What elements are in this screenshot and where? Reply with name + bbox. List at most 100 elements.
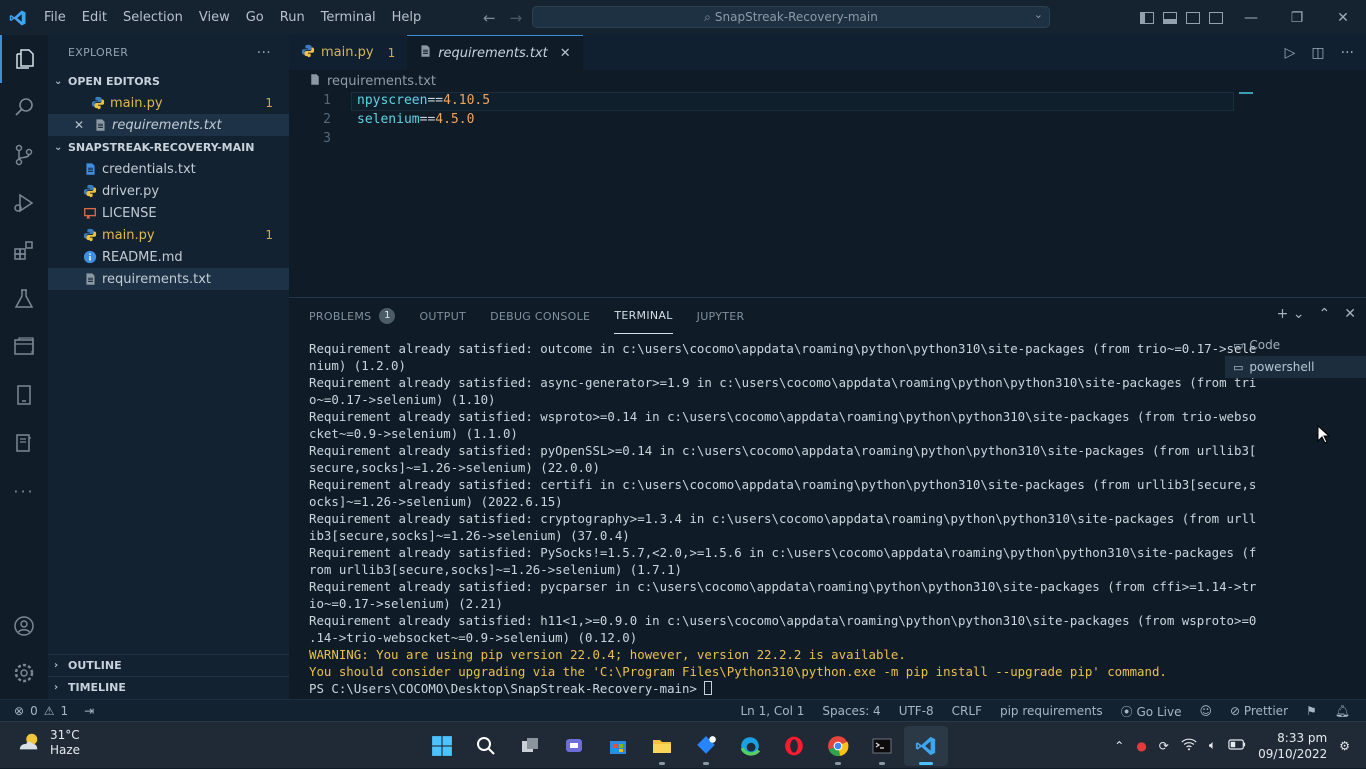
settings-gear-icon[interactable] xyxy=(0,649,48,697)
device-icon[interactable] xyxy=(0,371,48,419)
remote-explorer-icon[interactable] xyxy=(0,323,48,371)
back-arrow-icon[interactable]: ← xyxy=(483,9,496,27)
opera-browser-icon[interactable] xyxy=(772,726,816,766)
error-count[interactable]: 0 xyxy=(30,704,38,718)
testing-flask-icon[interactable] xyxy=(0,275,48,323)
notifications-bell-icon[interactable]: 🔔︎ xyxy=(1335,704,1350,718)
tab-output[interactable]: OUTPUT xyxy=(419,298,466,334)
sync-icon[interactable]: ⟳ xyxy=(1159,739,1169,753)
encoding[interactable]: UTF-8 xyxy=(899,704,934,718)
search-icon[interactable] xyxy=(464,726,508,766)
volume-icon[interactable]: 🔈︎ xyxy=(1209,738,1216,753)
explorer-icon[interactable] xyxy=(0,35,48,83)
tab-debug-console[interactable]: DEBUG CONSOLE xyxy=(490,298,590,334)
warning-count[interactable]: 1 xyxy=(60,704,68,718)
terminal-item-powershell[interactable]: ▭ powershell xyxy=(1225,356,1366,378)
timeline-section[interactable]: › TIMELINE xyxy=(48,676,289,698)
tab-main-py[interactable]: main.py 1 xyxy=(289,35,407,70)
language-mode[interactable]: pip requirements xyxy=(1000,704,1103,718)
chevron-up-icon[interactable]: ⌃ xyxy=(1114,739,1124,753)
jira-app-icon[interactable] xyxy=(684,726,728,766)
toggle-secondary-sidebar-icon[interactable] xyxy=(1186,11,1200,24)
search-icon[interactable] xyxy=(0,83,48,131)
menu-selection[interactable]: Selection xyxy=(115,0,191,35)
restore-button[interactable]: ❐ xyxy=(1274,0,1320,35)
more-actions-icon[interactable]: ··· xyxy=(257,45,271,61)
source-control-icon[interactable] xyxy=(0,131,48,179)
indentation[interactable]: Spaces: 4 xyxy=(822,704,880,718)
file-item[interactable]: LICENSE xyxy=(48,202,289,224)
chrome-browser-icon[interactable] xyxy=(816,726,860,766)
close-tab-icon[interactable]: ✕ xyxy=(560,46,571,61)
notification-center-icon[interactable]: ⚙ xyxy=(1339,739,1350,753)
file-item[interactable]: requirements.txt xyxy=(48,268,289,290)
tab-problems[interactable]: PROBLEMS 1 xyxy=(309,298,396,334)
maximize-panel-icon[interactable]: ⌃ xyxy=(1319,306,1331,322)
terminal-item-code[interactable]: ▭ Code xyxy=(1225,334,1366,356)
go-live-button[interactable]: ⦿ Go Live xyxy=(1121,703,1182,720)
copilot-icon[interactable]: ☺ xyxy=(1199,704,1212,718)
terminal-app-icon[interactable] xyxy=(860,726,904,766)
menu-help[interactable]: Help xyxy=(384,0,430,35)
file-item[interactable]: credentials.txt xyxy=(48,158,289,180)
clock[interactable]: 8:33 pm 09/10/2022 xyxy=(1258,730,1327,762)
open-editors-section[interactable]: ⌄ OPEN EDITORS xyxy=(48,70,289,92)
recording-dot-icon[interactable]: ● xyxy=(1136,739,1146,753)
run-debug-icon[interactable] xyxy=(0,179,48,227)
account-icon[interactable] xyxy=(0,602,48,650)
close-icon[interactable]: ✕ xyxy=(74,118,90,132)
ports-icon[interactable]: ⇥ xyxy=(84,704,94,718)
menu-view[interactable]: View xyxy=(191,0,238,35)
breadcrumb[interactable]: requirements.txt xyxy=(289,70,1366,92)
vscode-app-icon[interactable] xyxy=(904,725,948,766)
microsoft-store-icon[interactable] xyxy=(596,726,640,766)
weather-widget[interactable]: 31°C Haze xyxy=(16,728,80,758)
run-icon[interactable]: ▷ xyxy=(1285,45,1296,61)
teams-chat-icon[interactable] xyxy=(552,726,596,766)
menu-run[interactable]: Run xyxy=(272,0,313,35)
tab-jupyter[interactable]: JUPYTER xyxy=(697,298,745,334)
battery-icon[interactable] xyxy=(1228,738,1246,753)
outline-section[interactable]: › OUTLINE xyxy=(48,654,289,676)
menu-file[interactable]: File xyxy=(36,0,74,35)
toggle-panel-icon[interactable] xyxy=(1163,11,1177,24)
folder-section[interactable]: ⌄ SNAPSTREAK-RECOVERY-MAIN xyxy=(48,136,289,158)
extensions-icon[interactable] xyxy=(0,227,48,275)
forward-arrow-icon[interactable]: → xyxy=(510,9,523,27)
terminal-output[interactable]: Requirement already satisfied: outcome i… xyxy=(309,340,1256,697)
menu-terminal[interactable]: Terminal xyxy=(313,0,384,35)
edge-browser-icon[interactable] xyxy=(728,726,772,766)
warning-icon[interactable]: ⚠ xyxy=(44,704,55,718)
chevron-down-icon[interactable]: ⌄ xyxy=(1034,8,1043,21)
terminal-prompt[interactable]: PS C:\Users\COCOMO\Desktop\SnapStreak-Re… xyxy=(309,680,1204,697)
tab-requirements-txt[interactable]: requirements.txt ✕ xyxy=(407,35,583,70)
split-editor-icon[interactable]: ◫ xyxy=(1311,45,1324,61)
open-editor-item[interactable]: ✕ requirements.txt xyxy=(48,114,289,136)
file-item[interactable]: driver.py xyxy=(48,180,289,202)
cursor-position[interactable]: Ln 1, Col 1 xyxy=(741,704,805,718)
more-icon[interactable]: ··· xyxy=(0,467,48,515)
more-actions-icon[interactable]: ··· xyxy=(1341,45,1354,61)
menu-edit[interactable]: Edit xyxy=(74,0,115,35)
minimize-button[interactable]: — xyxy=(1228,0,1274,35)
notebook-icon[interactable] xyxy=(0,419,48,467)
prettier-button[interactable]: ⊘ Prettier xyxy=(1230,704,1288,718)
task-view-icon[interactable] xyxy=(508,726,552,766)
command-center-search[interactable]: ⌕ SnapStreak-Recovery-main ⌄ xyxy=(532,6,1050,28)
toggle-sidebar-icon[interactable] xyxy=(1140,11,1154,24)
start-icon[interactable] xyxy=(420,726,464,766)
minimap[interactable] xyxy=(1239,92,1259,96)
tab-terminal[interactable]: TERMINAL xyxy=(614,298,673,334)
new-terminal-icon[interactable]: + ⌄ xyxy=(1277,306,1305,322)
open-editor-item[interactable]: main.py 1 xyxy=(48,92,289,114)
close-panel-icon[interactable]: ✕ xyxy=(1344,306,1356,322)
file-explorer-icon[interactable] xyxy=(640,726,684,766)
file-item[interactable]: main.py 1 xyxy=(48,224,289,246)
file-item[interactable]: README.md xyxy=(48,246,289,268)
error-icon[interactable]: ⊗ xyxy=(14,704,24,718)
close-button[interactable]: ✕ xyxy=(1320,0,1366,35)
wifi-icon[interactable] xyxy=(1181,738,1197,754)
code-editor[interactable]: 1 npyscreen==4.10.5 2 selenium==4.5.0 3 xyxy=(289,92,1366,297)
menu-go[interactable]: Go xyxy=(238,0,272,35)
feedback-icon[interactable]: ⚑ xyxy=(1306,704,1317,718)
